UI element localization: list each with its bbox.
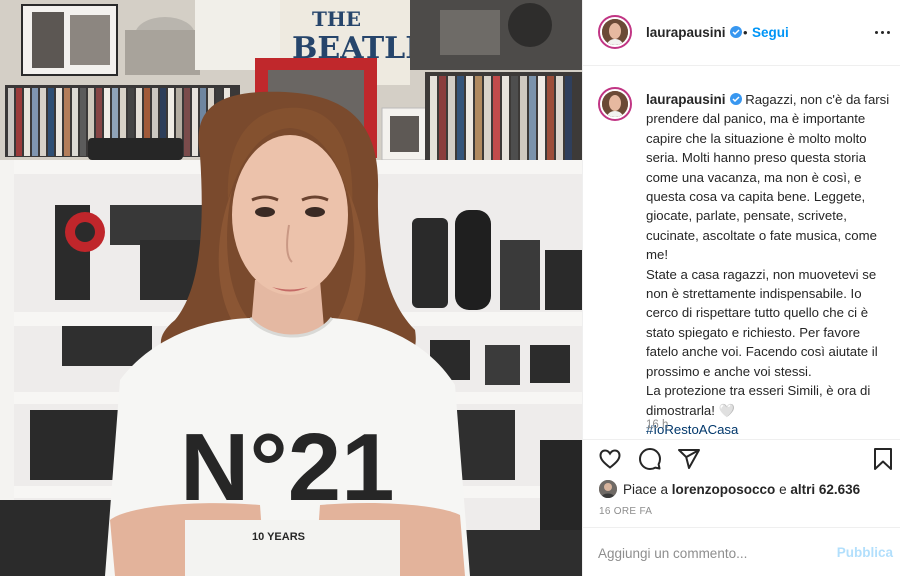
- post-side-panel: laurapausini • Segui laurapausini Ragazz…: [582, 0, 900, 576]
- comment-form: Pubblica: [583, 527, 900, 576]
- avatar-image: [602, 91, 628, 117]
- action-bar: [583, 439, 900, 477]
- bookmark-icon[interactable]: [871, 447, 895, 476]
- post-timestamp[interactable]: 16 ORE FA: [599, 506, 652, 517]
- caption-area: laurapausini Ragazzi, non c'è da farsi p…: [583, 66, 900, 439]
- post-photo[interactable]: THE BEATLES N°21 10 YEARS: [0, 0, 582, 576]
- caption-time: 16 h: [646, 419, 669, 431]
- beatles-poster-text: THE: [312, 7, 361, 31]
- post-image-illustration: THE BEATLES N°21 10 YEARS: [0, 0, 582, 576]
- paper-plane-icon[interactable]: [677, 447, 701, 476]
- verified-badge-icon: [729, 93, 742, 105]
- caption-paragraph-2: State a casa ragazzi, non muovetevi se n…: [646, 266, 878, 379]
- caption-paragraph-3: La protezione tra esseri Simili, è ora d…: [646, 383, 871, 418]
- avatar-image: [602, 19, 628, 45]
- publish-button[interactable]: Pubblica: [837, 545, 893, 560]
- header-username[interactable]: laurapausini: [646, 25, 742, 40]
- caption-avatar[interactable]: [598, 87, 632, 121]
- more-options-icon[interactable]: [873, 24, 893, 42]
- comment-bubble-icon[interactable]: [638, 447, 662, 476]
- liker-avatar[interactable]: [599, 480, 617, 498]
- svg-text:10 YEARS: 10 YEARS: [252, 531, 305, 543]
- likes-summary: Piace a lorenzoposocco e altri 62.636: [599, 479, 860, 499]
- liker-username[interactable]: lorenzoposocco: [672, 482, 776, 497]
- comment-input[interactable]: [598, 543, 818, 563]
- post-caption: laurapausini Ragazzi, non c'è da farsi p…: [646, 90, 891, 439]
- header-separator: •: [743, 25, 748, 40]
- shirt-print-text: N°21: [180, 414, 395, 521]
- likes-count[interactable]: altri 62.636: [790, 482, 860, 497]
- caption-paragraph-1: laurapausini Ragazzi, non c'è da farsi p…: [646, 92, 890, 263]
- caption-username[interactable]: laurapausini: [646, 92, 726, 107]
- profile-avatar[interactable]: [598, 15, 632, 49]
- heart-icon[interactable]: [598, 447, 622, 476]
- follow-button[interactable]: Segui: [752, 25, 789, 40]
- post-header: laurapausini • Segui: [583, 0, 900, 66]
- verified-badge-icon: [729, 26, 742, 38]
